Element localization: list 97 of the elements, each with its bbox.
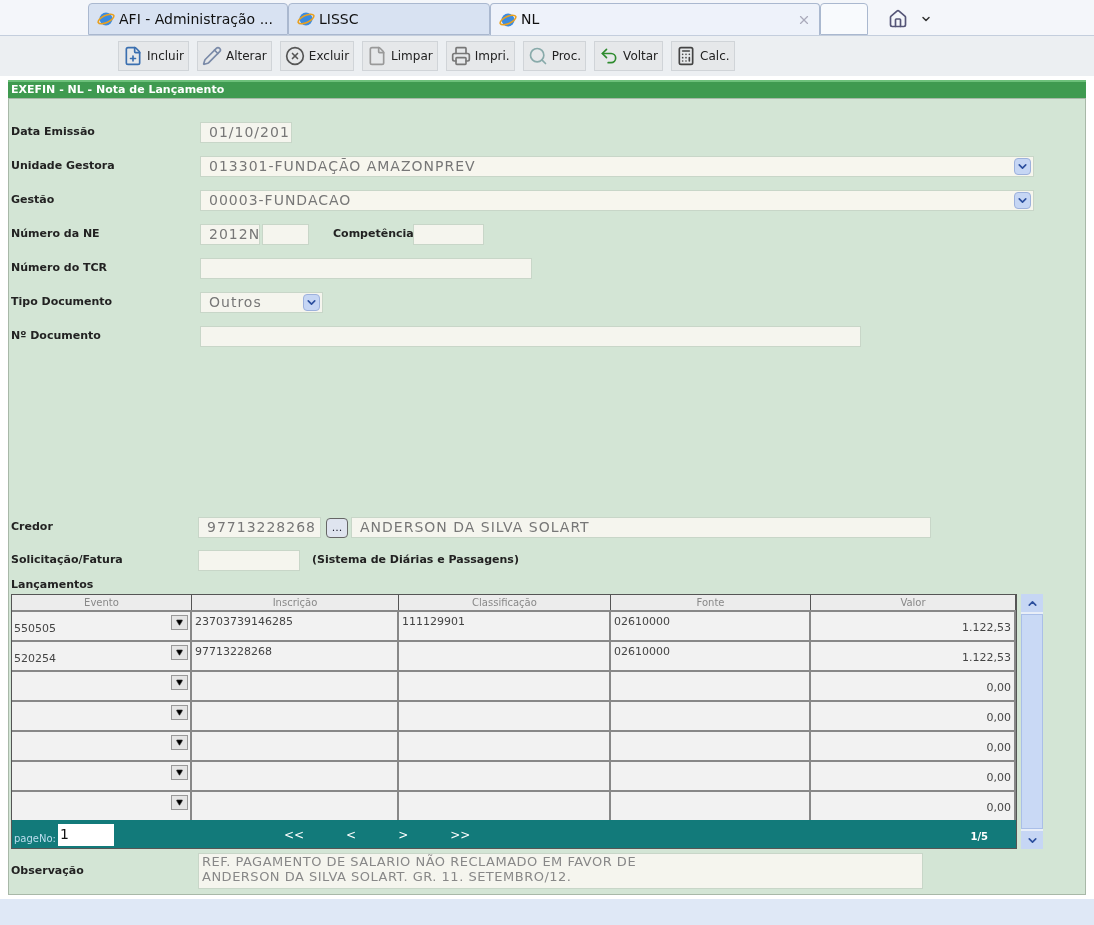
table-cell[interactable]	[192, 702, 399, 730]
page-count: 1/5	[970, 830, 988, 844]
table-cell[interactable]: 0,00	[811, 762, 1016, 790]
competencia-field[interactable]	[413, 223, 484, 245]
field-label: Número do TCR	[11, 259, 109, 276]
field-label: Unidade Gestora	[11, 157, 116, 174]
field-label: Gestão	[11, 191, 56, 208]
field-label: Número da NE	[11, 225, 101, 242]
section-title: Lançamentos	[11, 577, 95, 593]
table-cell[interactable]: 111129901	[399, 612, 611, 640]
event-select-cell[interactable]: 550505	[12, 612, 192, 640]
table-cell[interactable]	[611, 792, 811, 820]
column-header: Inscrição	[192, 595, 399, 610]
ne-year-field[interactable]: 2012N	[200, 223, 260, 245]
pager-link[interactable]: <	[346, 826, 357, 844]
toolbar-button[interactable]: Incluir	[118, 41, 189, 71]
pager-link[interactable]: >>	[450, 826, 471, 844]
event-select-cell[interactable]	[12, 672, 192, 700]
browser-globe-icon	[97, 10, 115, 28]
x-circle-icon	[284, 46, 305, 66]
field-label: Tipo Documento	[11, 293, 114, 310]
event-select-cell[interactable]	[12, 792, 192, 820]
table-cell[interactable]: 97713228268	[192, 642, 399, 670]
document-number-field[interactable]	[200, 325, 861, 347]
browser-tab[interactable]: NL	[490, 3, 820, 35]
table-cell[interactable]	[399, 642, 611, 670]
field-label: Credor	[11, 519, 54, 536]
toolbar-button[interactable]: Excluir	[279, 41, 355, 71]
field-label: Competência	[333, 225, 411, 242]
solicitacao-field[interactable]	[198, 549, 300, 571]
home-icon[interactable]	[888, 9, 908, 29]
table-cell[interactable]: 02610000	[611, 642, 811, 670]
table-cell[interactable]: 0,00	[811, 792, 1016, 820]
table-cell[interactable]: 0,00	[811, 672, 1016, 700]
field-note: (Sistema de Diárias e Passagens)	[312, 551, 519, 568]
toolbar-button[interactable]: Proc.	[522, 41, 587, 71]
browser-tab[interactable]: AFI - Administração ...	[88, 3, 288, 35]
toolbar-button[interactable]: Alterar	[196, 41, 272, 71]
toolbar-button[interactable]: Voltar	[594, 41, 664, 71]
credor-code-field[interactable]: 97713228268	[198, 517, 321, 538]
column-header: Classificação	[399, 595, 611, 610]
magnifier-icon	[527, 46, 548, 66]
column-header: Fonte	[611, 595, 811, 610]
table-cell[interactable]: 0,00	[811, 732, 1016, 760]
tcr-field[interactable]	[200, 257, 532, 279]
table-cell[interactable]	[399, 672, 611, 700]
table-cell[interactable]	[399, 732, 611, 760]
new-tab-button[interactable]	[820, 3, 868, 35]
page-number-field[interactable]: 1	[57, 824, 114, 846]
browser-tab[interactable]: LISSC	[288, 3, 490, 35]
table-cell[interactable]	[192, 732, 399, 760]
toolbar-button[interactable]: Limpar	[362, 41, 438, 71]
document-plus-icon	[123, 46, 143, 66]
table-cell[interactable]: 0,00	[811, 702, 1016, 730]
pager-bar: pageNo: 1 << < > >> 1/5	[12, 820, 1016, 848]
column-header: Valor	[811, 595, 1016, 610]
field-label: Data Emissão	[11, 123, 96, 140]
column-header: Evento	[12, 595, 192, 610]
select-field[interactable]: 00003-FUNDACAO	[200, 189, 1034, 211]
blank-page-icon	[367, 46, 388, 66]
table-cell[interactable]	[399, 702, 611, 730]
event-select-cell[interactable]	[12, 702, 192, 730]
pager-link[interactable]: <<	[283, 826, 305, 844]
printer-icon	[450, 46, 471, 66]
field-label: Solicitação/Fatura	[11, 551, 124, 568]
field-label: Nº Documento	[11, 327, 102, 344]
toolbar-button[interactable]: Calc.	[671, 41, 735, 71]
date-field[interactable]: 01/10/201	[200, 121, 292, 143]
event-select-cell[interactable]	[12, 732, 192, 760]
table-cell[interactable]: 1.122,53	[811, 612, 1016, 640]
table-cell[interactable]	[192, 672, 399, 700]
table-cell[interactable]	[611, 672, 811, 700]
table-cell[interactable]	[399, 762, 611, 790]
field-label: Observação	[11, 862, 85, 879]
table-cell[interactable]	[399, 792, 611, 820]
toolbar-button[interactable]: Impri.	[445, 41, 515, 71]
ne-number-field[interactable]	[262, 223, 309, 245]
table-cell[interactable]	[611, 762, 811, 790]
lookup-button[interactable]: ...	[326, 517, 348, 538]
event-select-cell[interactable]	[12, 762, 192, 790]
table-cell[interactable]	[192, 792, 399, 820]
scrollbar[interactable]	[1021, 594, 1043, 849]
select-field[interactable]: 013301-FUNDAÇÃO AMAZONPREV	[200, 155, 1034, 177]
pencil-icon	[201, 46, 222, 66]
pager-link[interactable]: >	[398, 826, 409, 844]
table-cell[interactable]	[192, 762, 399, 790]
calculator-icon	[676, 46, 697, 66]
form-title-bar: EXEFIN - NL - Nota de Lançamento	[8, 80, 1086, 98]
table-cell[interactable]: 1.122,53	[811, 642, 1016, 670]
table-cell[interactable]: 23703739146285	[192, 612, 399, 640]
table-cell[interactable]	[611, 702, 811, 730]
browser-globe-icon	[297, 10, 315, 28]
select-field[interactable]: Outros	[200, 291, 323, 313]
table-cell[interactable]	[611, 732, 811, 760]
event-select-cell[interactable]: 520254	[12, 642, 192, 670]
credor-name-field[interactable]: ANDERSON DA SILVA SOLART	[351, 517, 931, 538]
table-cell[interactable]: 02610000	[611, 612, 811, 640]
